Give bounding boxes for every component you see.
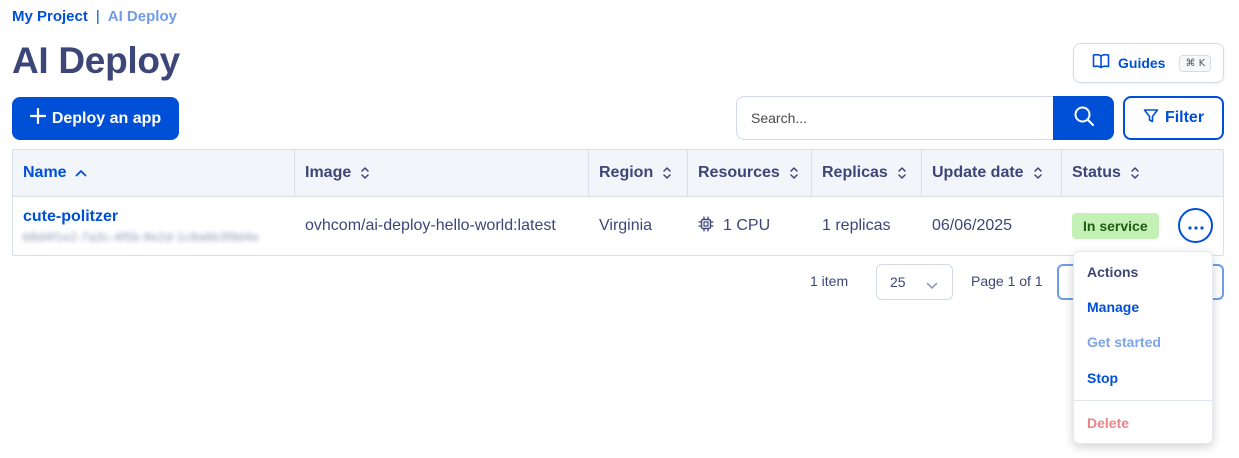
- search-button[interactable]: [1053, 96, 1114, 140]
- app-id: b8d4f1e2-7a3c-4f5b-9e2d-1c8a6b3f9d4e: [23, 230, 260, 244]
- column-header-update-date[interactable]: Update date: [922, 150, 1062, 196]
- menu-item-manage[interactable]: Manage: [1087, 299, 1139, 315]
- sort-icon: [359, 166, 371, 180]
- shortcut-badge: ⌘ K: [1179, 54, 1212, 72]
- cpu-chip-icon: [698, 215, 714, 237]
- table-header: Name Image Region Resources Replicas Upd…: [13, 150, 1223, 197]
- menu-divider: [1074, 400, 1212, 401]
- guides-label: Guides: [1118, 55, 1166, 71]
- pagination-bar: 1 item 25 Page 1 of 1: [0, 264, 1239, 300]
- breadcrumb-my-project[interactable]: My Project: [12, 8, 88, 25]
- column-label: Image: [305, 164, 352, 181]
- image-cell: ovhcom/ai-deploy-hello-world:latest: [305, 217, 556, 234]
- sort-icon: [788, 166, 800, 180]
- menu-item-delete[interactable]: Delete: [1087, 415, 1129, 431]
- row-actions-menu: Actions Manage Get started Stop Delete: [1073, 251, 1213, 444]
- search-input[interactable]: [736, 96, 1053, 140]
- breadcrumb-ai-deploy[interactable]: AI Deploy: [108, 8, 177, 25]
- column-header-name[interactable]: Name: [13, 150, 295, 196]
- page-title: AI Deploy: [12, 40, 180, 81]
- column-header-resources[interactable]: Resources: [688, 150, 812, 196]
- sort-icon: [896, 166, 908, 180]
- page-size-select[interactable]: 25: [876, 264, 953, 300]
- update-date-cell: 06/06/2025: [932, 217, 1013, 234]
- column-label: Replicas: [822, 164, 888, 181]
- deploy-app-label: Deploy an app: [51, 109, 162, 127]
- deploy-app-button[interactable]: Deploy an app: [12, 97, 179, 140]
- column-label: Name: [23, 164, 67, 181]
- filter-button[interactable]: Filter: [1123, 96, 1224, 140]
- column-header-region[interactable]: Region: [589, 150, 688, 196]
- sort-icon: [661, 166, 673, 180]
- search-icon: [1073, 105, 1095, 132]
- breadcrumb: My Project | AI Deploy: [12, 8, 177, 25]
- sort-icon: [1129, 166, 1141, 180]
- menu-header: Actions: [1087, 264, 1139, 280]
- column-label: Resources: [698, 164, 780, 181]
- page-info: Page 1 of 1: [971, 273, 1043, 289]
- filter-label: Filter: [1164, 109, 1205, 126]
- column-label: Update date: [932, 164, 1024, 181]
- column-label: Region: [599, 164, 654, 181]
- item-count: 1 item: [810, 273, 849, 289]
- app-name-link[interactable]: cute-politzer: [23, 208, 118, 226]
- column-header-image[interactable]: Image: [295, 150, 589, 196]
- column-header-replicas[interactable]: Replicas: [812, 150, 922, 196]
- row-actions-button[interactable]: [1178, 208, 1213, 243]
- guides-button[interactable]: Guides ⌘ K: [1073, 43, 1224, 83]
- chevron-down-icon: [926, 277, 938, 293]
- more-horizontal-icon: [1187, 217, 1204, 235]
- resources-value: 1 CPU: [723, 217, 771, 234]
- search-bar: [736, 96, 1114, 140]
- status-badge: In service: [1072, 213, 1159, 239]
- table-row: cute-politzer b8d4f1e2-7a3c-4f5b-9e2d-1c…: [13, 197, 1223, 255]
- breadcrumb-separator: |: [95, 8, 100, 25]
- resources-cell: 1 CPU: [688, 215, 812, 237]
- column-label: Status: [1072, 164, 1121, 181]
- plus-icon: [29, 107, 46, 129]
- sort-ascending-icon: [75, 166, 87, 180]
- filter-icon: [1143, 108, 1159, 129]
- book-icon: [1092, 53, 1110, 74]
- page-size-value: 25: [890, 274, 906, 290]
- menu-item-stop[interactable]: Stop: [1087, 370, 1118, 386]
- column-header-status[interactable]: Status: [1062, 150, 1223, 196]
- replicas-cell: 1 replicas: [822, 217, 891, 234]
- sort-icon: [1032, 166, 1044, 180]
- menu-item-get-started[interactable]: Get started: [1087, 334, 1161, 350]
- apps-table: Name Image Region Resources Replicas Upd…: [12, 149, 1224, 256]
- name-cell: cute-politzer b8d4f1e2-7a3c-4f5b-9e2d-1c…: [13, 208, 295, 244]
- region-cell: Virginia: [599, 217, 653, 234]
